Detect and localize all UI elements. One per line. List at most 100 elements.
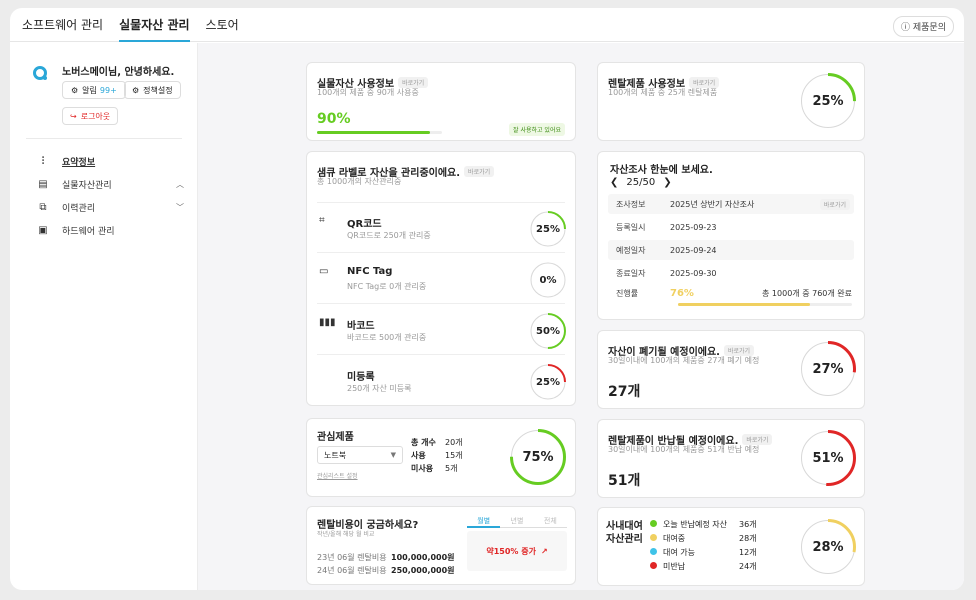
tab-monthly[interactable]: 월별 [467, 516, 501, 528]
go-button[interactable]: 바로가기 [819, 198, 850, 210]
sidebar-item-label: 실물자산관리 [62, 181, 112, 191]
cost-value: 250,000,000원 [391, 566, 455, 575]
progress-label: 진행률 [616, 289, 639, 298]
sidebar-item-summary[interactable]: ⫶ 요약정보 [36, 155, 95, 168]
survey-info-row: 조사정보 2025년 상반기 자산조사 바로가기 [608, 194, 854, 214]
legend-dot [650, 562, 657, 569]
sidebar-item-label: 하드웨어 관리 [62, 227, 115, 237]
legend-value: 12개 [739, 548, 757, 557]
sidebar-item-physical-assets[interactable]: ▤ 실물자산관리 ︿ [36, 178, 184, 191]
info-value: 2025년 상반기 자산조사 [670, 199, 755, 209]
chevron-up-icon[interactable]: ︿ [176, 179, 184, 190]
stat-key: 총 개수 [411, 438, 436, 447]
tab-physical-assets[interactable]: 실물자산 관리 [119, 8, 190, 42]
survey-pager: ❮ 25/50 ❯ [610, 177, 672, 188]
policy-label: 정책설정 [143, 85, 173, 95]
interest-list-link[interactable]: 관심리스트 설정 [317, 471, 358, 480]
alarm-count: 99+ [99, 85, 117, 95]
copy-icon: ⧉ [39, 202, 47, 213]
status-badge: 잘 사용하고 있어요 [509, 123, 565, 136]
info-value: 2025-09-30 [670, 268, 717, 278]
interest-select[interactable]: 노트북 ▼ [317, 446, 403, 464]
top-nav: 소프트웨어 관리 실물자산 관리 스토어 ⓘ 제품문의 [10, 8, 964, 42]
stat-key: 미사용 [411, 464, 434, 473]
help-button[interactable]: ⓘ 제품문의 [892, 16, 954, 37]
greeting: 노버스메이님, 안녕하세요. [62, 67, 175, 78]
lending-legend: 오늘 반납예정 자산 36개 대여중 28개 대여 가능 12개 미반납 24개 [650, 518, 757, 574]
lending-card: 사내대여 자산관리 오늘 반납예정 자산 36개 대여중 28개 대여 가능 12개 미반납… [597, 507, 865, 586]
label-row: ▮▮▮ 바코드 바코드로 500개 관리중 50% [317, 305, 567, 355]
main-content: 실물자산 사용정보 바로가기 100개의 제품 중 90개 사용중 90% 잘 사… [198, 43, 964, 590]
info-value: 2025-09-23 [670, 222, 717, 232]
card-subtitle: 100개의 제품 중 90개 사용중 [317, 88, 419, 97]
disposal-ring: 27% [799, 340, 857, 398]
sidebar-item-history[interactable]: ⧉ 이력관리 ﹀ [36, 201, 184, 214]
page-indicator: 25/50 [626, 177, 656, 188]
chevron-right-icon[interactable]: ❯ [663, 177, 671, 188]
message-icon: ▣ [38, 225, 48, 236]
lending-ring: 28% [799, 518, 857, 576]
survey-progress-fill [678, 303, 811, 306]
interest-card: 관심제품 노트북 ▼ 관심리스트 설정 총 개수 20개 사용 15개 미사용 5개 75… [306, 418, 576, 497]
stat-value: 15개 [445, 451, 463, 460]
info-key: 종료일자 [616, 268, 646, 278]
progress-note: 총 1000개 중 760개 완료 [762, 289, 852, 298]
ring-percent: 25% [536, 376, 560, 388]
barcode-icon: ▮▮▮ [319, 317, 336, 328]
ring-percent: 51% [812, 450, 844, 466]
label-ring: 25% [529, 210, 567, 248]
label-name: QR코드 [347, 219, 382, 230]
usage-progress-track [317, 131, 442, 134]
stat-value: 5개 [445, 464, 458, 473]
tab-yearly[interactable]: 년별 [500, 516, 534, 528]
bar-chart-icon: ⫶ [41, 156, 45, 167]
survey-progress-track [678, 303, 852, 306]
card-title: 관심제품 [317, 432, 354, 443]
chevron-down-icon[interactable]: ﹀ [176, 202, 184, 213]
card-title-line2: 자산관리 [606, 534, 643, 545]
info-value: 2025-09-24 [670, 245, 717, 255]
qr-icon: ⌗ [319, 215, 325, 226]
label-name: NFC Tag [347, 266, 393, 277]
select-value: 노트북 [324, 450, 347, 460]
ring-percent: 0% [539, 274, 557, 286]
return-count: 51개 [608, 473, 641, 489]
label-ring: 50% [529, 312, 567, 350]
logout-button[interactable]: ↪ 로그아웃 [62, 107, 119, 125]
tab-all[interactable]: 전체 [533, 516, 567, 528]
document-icon: ▤ [38, 179, 48, 190]
disposal-count: 27개 [608, 384, 641, 400]
app-window: 소프트웨어 관리 실물자산 관리 스토어 ⓘ 제품문의 노버스메이님, 안녕하세… [10, 8, 964, 590]
interest-stats: 총 개수 20개 사용 15개 미사용 5개 [411, 436, 463, 475]
cost-row: 24년 06월 렌탈비용 250,000,000원 [317, 564, 455, 577]
stat-row: 미사용 5개 [411, 462, 463, 475]
survey-info-row: 등록일시 2025-09-23 [608, 217, 854, 237]
label-sub: QR코드로 250개 관리중 [347, 231, 431, 240]
legend-label: 대여중 [663, 534, 686, 543]
tab-store[interactable]: 스토어 [206, 8, 239, 42]
sidebar-item-hardware[interactable]: ▣ 하드웨어 관리 [36, 224, 115, 237]
card-title: 자산조사 한눈에 보세요. [610, 165, 713, 176]
stat-row: 총 개수 20개 [411, 436, 463, 449]
sidebar-divider [26, 138, 182, 139]
legend-value: 36개 [739, 520, 757, 529]
legend-item: 미반납 24개 [650, 560, 757, 574]
label-row: 미등록 250개 자산 미등록 25% [317, 356, 566, 406]
card-subtitle: 100개의 제품 중 25개 렌탈제품 [608, 88, 718, 97]
info-key: 등록일시 [616, 222, 646, 232]
label-ring: 0% [529, 261, 567, 299]
usage-percent: 90% [317, 111, 351, 127]
stat-value: 20개 [445, 438, 463, 447]
rental-usage-card: 렌탈제품 사용정보 바로가기 100개의 제품 중 25개 렌탈제품 25% [597, 62, 865, 141]
chevron-left-icon[interactable]: ❮ [610, 177, 618, 188]
survey-info-row: 예정일자 2025-09-24 [608, 240, 854, 260]
go-button[interactable]: 바로가기 [464, 166, 495, 177]
legend-dot [650, 548, 657, 555]
policy-button[interactable]: ⚙ 정책설정 [124, 81, 181, 99]
tab-software[interactable]: 소프트웨어 관리 [22, 8, 103, 42]
alarm-button[interactable]: ⚙ 알림 99+ [62, 81, 126, 99]
ring-percent: 25% [536, 223, 560, 235]
cost-rows: 23년 06월 렌탈비용 100,000,000원 24년 06월 렌탈비용 250,… [317, 551, 455, 577]
survey-info-row: 종료일자 2025-09-30 [608, 263, 854, 283]
card-subtitle: 30일이내에 100개의 제품중 27개 폐기 예정 [608, 356, 760, 365]
